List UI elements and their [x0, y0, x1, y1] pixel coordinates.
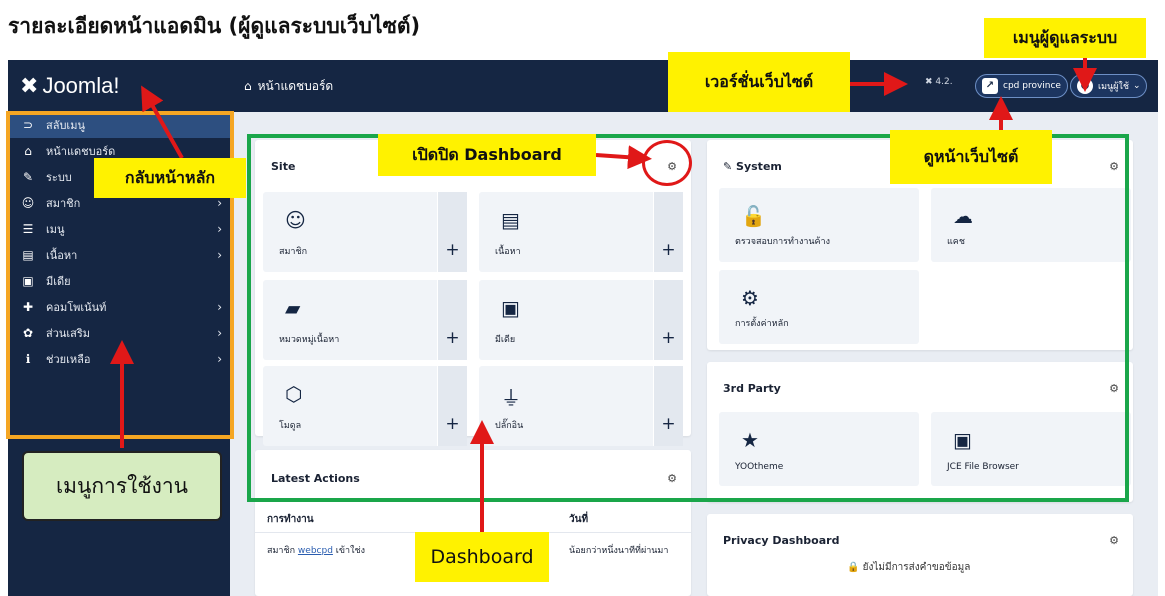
action-suffix: เข้าใช่ง: [335, 546, 365, 556]
toggle-dashboard-highlight: [642, 140, 692, 186]
user-link[interactable]: webcpd: [298, 546, 333, 556]
view-site-button[interactable]: ↗ cpd province: [975, 74, 1068, 98]
user-circle-icon: ●: [1077, 78, 1093, 94]
privacy-options-icon[interactable]: ⚙: [1109, 534, 1119, 547]
joomla-icon: ✖: [20, 73, 39, 98]
action-text: สมาชิก webcpd เข้าใช่ง: [267, 544, 365, 558]
joomla-logo[interactable]: ✖ Joomla!: [8, 60, 230, 112]
callout-back-home: กลับหน้าหลัก: [94, 158, 246, 198]
action-prefix: สมาชิก: [267, 546, 296, 556]
privacy-card: Privacy Dashboard ⚙ 🔒 ยังไม่มีการส่งคำขอ…: [707, 514, 1133, 596]
user-menu-label: เมนูผู้ใช้: [1098, 82, 1129, 92]
column-date: วันที่: [569, 514, 589, 525]
privacy-message: 🔒 ยังไม่มีการส่งคำขอข้อมูล: [847, 560, 970, 575]
external-link-icon: ↗: [982, 78, 998, 94]
brand-name: Joomla!: [42, 73, 120, 98]
callout-admin-menu: เมนูผู้ดูแลระบบ: [984, 18, 1146, 58]
page-heading: ⌂ หน้าแดชบอร์ด: [244, 77, 333, 96]
privacy-message-text: ยังไม่มีการส่งคำขอข้อมูล: [862, 562, 971, 573]
callout-toggle-dashboard: เปิดปิด Dashboard: [378, 134, 596, 176]
document-title: รายละเอียดหน้าแอดมิน (ผู้ดูแลระบบเว็บไซต…: [8, 14, 421, 38]
privacy-title: Privacy Dashboard: [723, 534, 840, 547]
callout-dashboard: Dashboard: [415, 532, 549, 582]
callout-site-version: เวอร์ชั่นเว็บไซต์: [668, 52, 850, 112]
page-title: หน้าแดชบอร์ด: [257, 78, 334, 93]
version-badge: ✖ 4.2.: [925, 77, 953, 87]
joomla-version-icon: ✖: [925, 77, 933, 87]
action-date: น้อยกว่าหนึ่งนาทีที่ผ่านมา: [569, 546, 669, 556]
callout-usage-menu: เมนูการใช้งาน: [22, 451, 222, 521]
column-action: การทำงาน: [267, 514, 314, 525]
lock-icon: 🔒: [847, 562, 860, 573]
home-icon: ⌂: [244, 79, 252, 93]
callout-view-site: ดูหน้าเว็บไซต์: [890, 130, 1052, 184]
chevron-down-icon: ⌄: [1132, 81, 1141, 91]
view-site-label: cpd province: [1003, 81, 1061, 91]
version-text: 4.2.: [935, 77, 953, 87]
dashboard-frame: [247, 134, 1129, 502]
user-menu-button[interactable]: ● เมนูผู้ใช้ ⌄: [1070, 74, 1148, 98]
